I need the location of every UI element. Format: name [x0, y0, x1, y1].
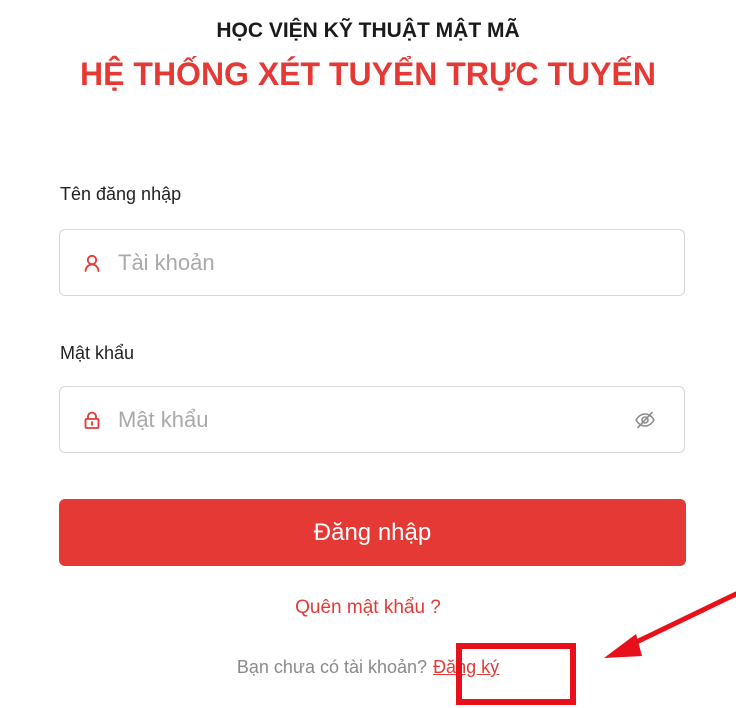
user-icon	[80, 251, 104, 275]
forgot-password-row: Quên mật khẩu ?	[0, 597, 736, 619]
lock-icon	[80, 408, 104, 432]
username-input[interactable]	[118, 242, 684, 283]
institution-name: HỌC VIỆN KỸ THUẬT MẬT MÃ	[216, 19, 520, 42]
login-page: HỌC VIỆN KỸ THUẬT MẬT MÃ HỆ THỐNG XÉT TU…	[0, 0, 736, 708]
username-label: Tên đăng nhập	[60, 184, 182, 204]
password-label: Mật khẩu	[60, 343, 135, 363]
username-field[interactable]	[59, 229, 685, 296]
header: HỌC VIỆN KỸ THUẬT MẬT MÃ HỆ THỐNG XÉT TU…	[0, 18, 736, 94]
forgot-password-link[interactable]: Quên mật khẩu ?	[295, 597, 441, 618]
login-button[interactable]: Đăng nhập	[59, 499, 686, 566]
system-title: HỆ THỐNG XÉT TUYỂN TRỰC TUYẾN	[80, 56, 656, 92]
register-prompt: Bạn chưa có tài khoản?	[236, 657, 428, 677]
password-input[interactable]	[118, 399, 632, 440]
register-row: Bạn chưa có tài khoản? Đăng ký	[0, 657, 736, 678]
password-field[interactable]	[59, 386, 685, 453]
eye-hidden-icon[interactable]	[632, 407, 658, 433]
register-link[interactable]: Đăng ký	[433, 657, 499, 677]
